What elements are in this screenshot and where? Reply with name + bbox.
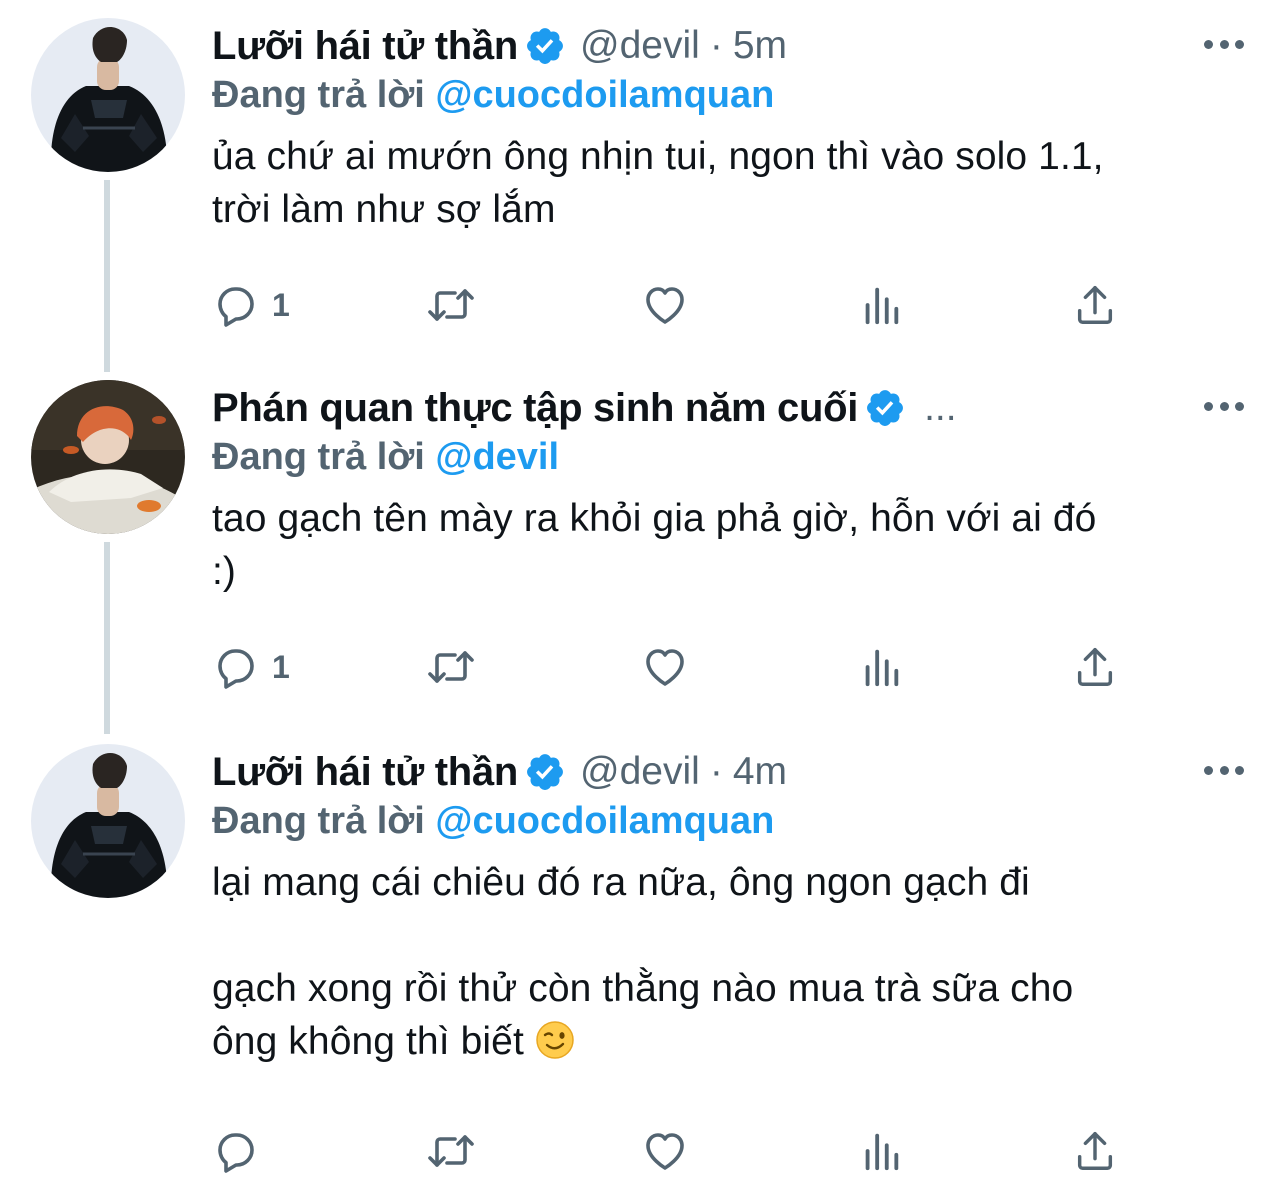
retweet-button[interactable] [424, 642, 478, 692]
tweet-header: Lưỡi hái tử thần @devil · 5m [212, 20, 1244, 72]
speech-bubble-icon [218, 649, 254, 689]
like-button[interactable] [640, 280, 690, 330]
handle[interactable]: @devil [580, 750, 700, 794]
heart-icon [646, 1133, 684, 1170]
tweet-text: ủa chứ ai mướn ông nhịn tui, ngon thì và… [212, 135, 1104, 231]
more-horizontal-icon[interactable] [1204, 34, 1244, 54]
like-button[interactable] [640, 1126, 690, 1176]
tweet-text-paragraph: lại mang cái chiêu đó ra nữa, ông ngon g… [212, 861, 1030, 904]
avatar[interactable] [31, 380, 185, 534]
speech-bubble-icon [218, 287, 254, 327]
share-upload-icon [1077, 1132, 1113, 1170]
bar-chart-icon [865, 1133, 899, 1171]
reply-button[interactable]: 1 [212, 280, 290, 330]
replying-to: Đang trả lời @cuocdoilamquan [212, 70, 1244, 120]
like-button[interactable] [640, 642, 690, 692]
retweet-arrows-icon [428, 289, 474, 321]
mention-link[interactable]: @cuocdoilamquan [435, 74, 774, 116]
mention-link[interactable]: @devil [435, 436, 559, 478]
avatar[interactable] [31, 744, 185, 898]
tweet-text: tao gạch tên mày ra khỏi gia phả giờ, hỗ… [212, 497, 1097, 593]
reply-button[interactable] [212, 1126, 272, 1176]
analytics-button[interactable] [858, 280, 904, 330]
verified-badge-icon [864, 387, 906, 429]
retweet-button[interactable] [424, 1126, 478, 1176]
share-upload-icon [1077, 648, 1113, 686]
reply-count: 1 [272, 648, 290, 685]
more-horizontal-icon[interactable] [1204, 396, 1244, 416]
timestamp[interactable]: 4m [733, 750, 787, 794]
analytics-button[interactable] [858, 1126, 904, 1176]
display-name[interactable]: Phán quan thực tập sinh năm cuối [212, 386, 858, 431]
analytics-button[interactable] [858, 642, 904, 692]
separator-dot: · [709, 24, 723, 67]
truncation-ellipsis: ... [924, 386, 957, 429]
heart-icon [646, 287, 684, 324]
tweet-text: lại mang cái chiêu đó ra nữa, ông ngon g… [212, 856, 1244, 1068]
separator-dot: · [709, 750, 723, 793]
mention-link[interactable]: @cuocdoilamquan [435, 800, 774, 842]
tweet-header: Phán quan thực tập sinh năm cuối ... [212, 382, 1244, 434]
tweet-text-paragraph: gạch xong rồi thử còn thằng nào mua trà … [212, 967, 1074, 1063]
replying-prefix: Đang trả lời [212, 74, 425, 116]
heart-icon [646, 649, 684, 686]
share-button[interactable] [1072, 1126, 1118, 1176]
more-horizontal-icon[interactable] [1204, 760, 1244, 780]
tweet-actions: 1 [212, 642, 1132, 692]
tweet-header: Lưỡi hái tử thần @devil · 4m [212, 746, 1244, 798]
tweet-actions: 1 [212, 280, 1132, 330]
winking-face-emoji [535, 1020, 575, 1060]
bar-chart-icon [865, 287, 899, 325]
verified-badge-icon [524, 25, 566, 67]
replying-prefix: Đang trả lời [212, 436, 425, 478]
speech-bubble-icon [218, 1133, 254, 1173]
reply-button[interactable]: 1 [212, 642, 290, 692]
share-upload-icon [1077, 286, 1113, 324]
replying-prefix: Đang trả lời [212, 800, 425, 842]
display-name[interactable]: Lưỡi hái tử thần [212, 24, 518, 69]
share-button[interactable] [1072, 642, 1118, 692]
tweet[interactable]: Lưỡi hái tử thần @devil · 5m Đang trả lờ… [0, 0, 1284, 360]
verified-badge-icon [524, 751, 566, 793]
display-name[interactable]: Lưỡi hái tử thần [212, 750, 518, 795]
tweet-actions [212, 1126, 1132, 1176]
bar-chart-icon [865, 649, 899, 687]
replying-to: Đang trả lời @devil [212, 432, 1244, 482]
share-button[interactable] [1072, 280, 1118, 330]
retweet-arrows-icon [428, 651, 474, 683]
timestamp[interactable]: 5m [733, 24, 787, 68]
retweet-arrows-icon [428, 1135, 474, 1167]
reply-count: 1 [272, 286, 290, 323]
avatar[interactable] [31, 18, 185, 172]
handle[interactable]: @devil [580, 24, 700, 68]
replying-to: Đang trả lời @cuocdoilamquan [212, 796, 1244, 846]
retweet-button[interactable] [424, 280, 478, 330]
tweet[interactable]: Phán quan thực tập sinh năm cuối ... Đan… [0, 362, 1284, 724]
tweet[interactable]: Lưỡi hái tử thần @devil · 4m Đang trả lờ… [0, 726, 1284, 1197]
